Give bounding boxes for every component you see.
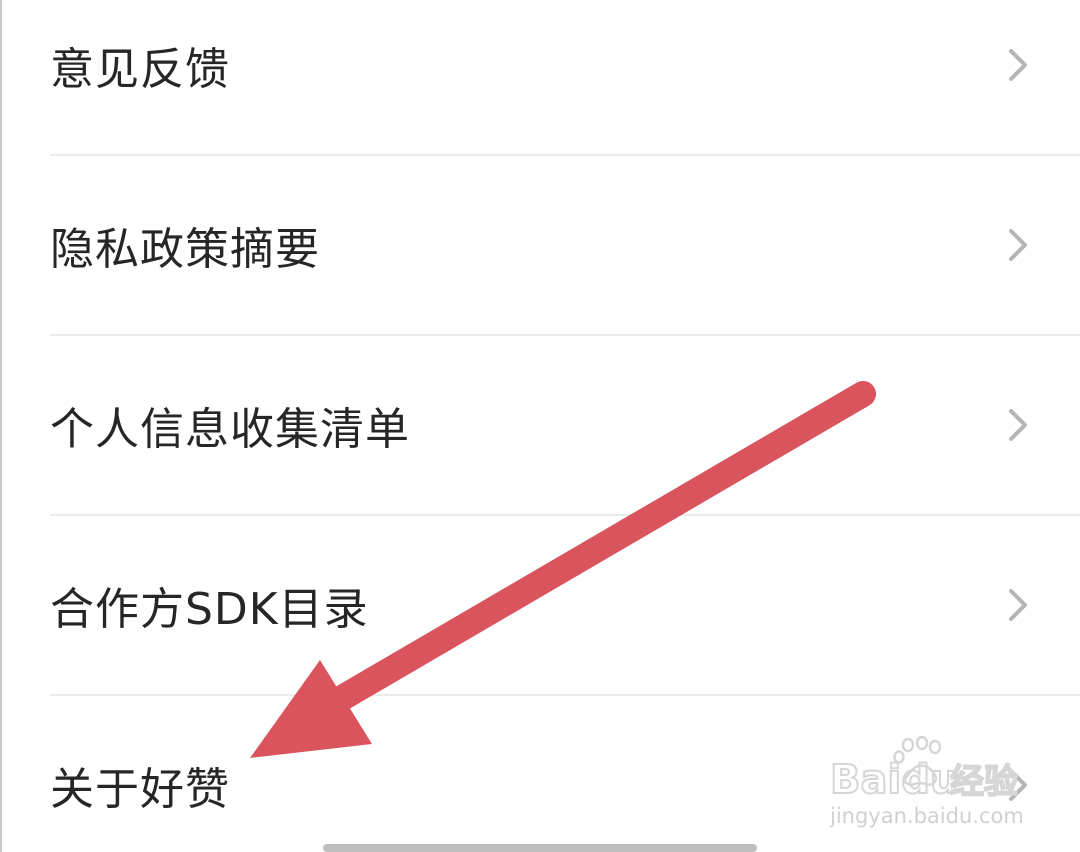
chevron-right-icon [1009,229,1027,261]
menu-item-about[interactable]: 关于好赞 [0,695,1080,852]
menu-item-label: 关于好赞 [50,764,230,815]
menu-item-privacy-summary[interactable]: 隐私政策摘要 [0,155,1080,335]
menu-item-label: 意见反馈 [50,44,230,95]
menu-item-personal-info-list[interactable]: 个人信息收集清单 [0,335,1080,515]
menu-item-label: 合作方SDK目录 [50,584,369,635]
chevron-right-icon [1009,589,1027,621]
chevron-right-icon [1009,769,1027,801]
home-indicator[interactable] [323,844,757,852]
chevron-right-icon [1009,49,1027,81]
menu-item-sdk-directory[interactable]: 合作方SDK目录 [0,515,1080,695]
menu-item-feedback[interactable]: 意见反馈 [0,0,1080,155]
menu-item-label: 个人信息收集清单 [50,404,410,455]
menu-item-label: 隐私政策摘要 [50,224,320,275]
chevron-right-icon [1009,409,1027,441]
